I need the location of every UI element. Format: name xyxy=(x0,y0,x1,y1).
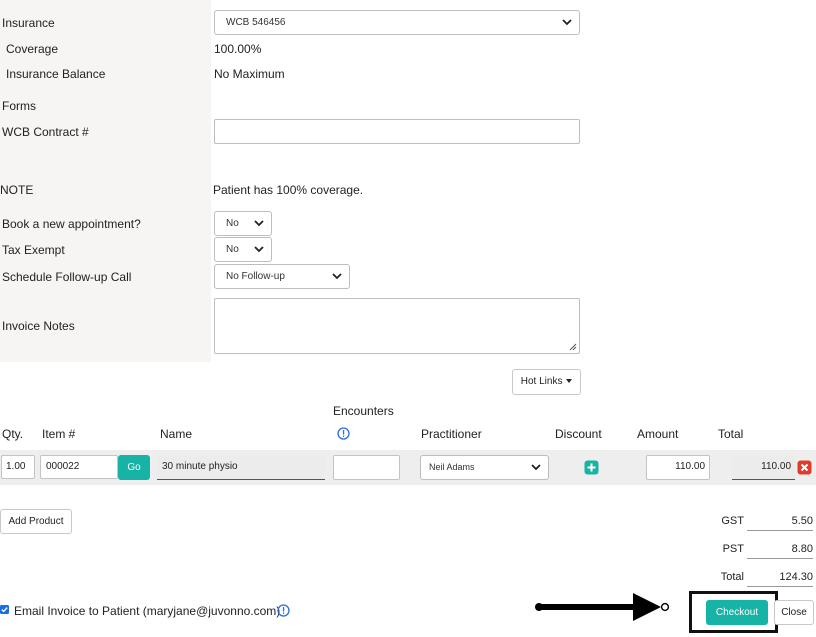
annotation-arrow-icon xyxy=(535,593,670,621)
pst-value: 8.80 xyxy=(747,543,813,559)
wcb-contract-label: WCB Contract # xyxy=(2,125,89,139)
total-label: Total xyxy=(720,571,744,583)
insurance-balance-label: Insurance Balance xyxy=(6,67,106,81)
chevron-down-icon xyxy=(562,19,572,26)
invoice-notes-label: Invoice Notes xyxy=(2,319,75,333)
email-invoice-label: Email Invoice to Patient (maryjane@juvon… xyxy=(14,604,281,618)
item-name-value: 30 minute physio xyxy=(162,461,238,472)
caret-down-icon xyxy=(566,379,573,384)
gst-label: GST xyxy=(721,515,744,527)
encounters-input[interactable] xyxy=(333,455,400,480)
follow-up-label: Schedule Follow-up Call xyxy=(2,270,132,284)
row-total-field: 110.00 xyxy=(732,456,795,480)
header-discount: Discount xyxy=(555,427,602,441)
follow-up-value: No Follow-up xyxy=(226,271,285,282)
insurance-label: Insurance xyxy=(2,16,55,30)
practitioner-select[interactable]: Neil Adams xyxy=(420,455,549,480)
book-appointment-value: No xyxy=(226,218,239,229)
info-icon[interactable] xyxy=(277,604,290,617)
total-value: 124.30 xyxy=(747,571,813,587)
row-total-value: 110.00 xyxy=(761,461,791,472)
gst-value: 5.50 xyxy=(747,515,813,531)
info-icon[interactable] xyxy=(337,427,350,440)
coverage-label: Coverage xyxy=(6,42,59,56)
resize-grip-icon[interactable] xyxy=(568,342,577,351)
header-qty: Qty. xyxy=(2,427,24,441)
amount-value: 110.00 xyxy=(675,461,705,472)
remove-row-icon[interactable] xyxy=(797,460,812,475)
invoice-notes-textarea[interactable] xyxy=(214,298,580,354)
practitioner-value: Neil Adams xyxy=(429,462,475,472)
item-number-input[interactable]: 000022 xyxy=(40,455,118,479)
wcb-contract-input[interactable] xyxy=(214,119,580,144)
chevron-down-icon xyxy=(531,464,541,471)
header-encounters: Encounters xyxy=(333,404,394,418)
tax-exempt-label: Tax Exempt xyxy=(2,243,65,257)
close-button[interactable]: Close xyxy=(774,600,814,625)
header-practitioner: Practitioner xyxy=(421,427,482,441)
header-amount: Amount xyxy=(637,427,679,441)
checkout-button[interactable]: Checkout xyxy=(706,600,768,625)
add-discount-icon[interactable] xyxy=(584,460,599,475)
chevron-down-icon xyxy=(254,220,264,227)
item-name-field[interactable]: 30 minute physio xyxy=(157,456,325,480)
qty-value: 1.00 xyxy=(6,461,26,472)
header-name: Name xyxy=(160,427,193,441)
insurance-select-value: WCB 546456 xyxy=(226,17,286,28)
chevron-down-icon xyxy=(254,246,264,253)
hot-links-label: Hot Links xyxy=(520,376,563,387)
insurance-balance-value: No Maximum xyxy=(214,67,285,81)
go-button[interactable]: Go xyxy=(118,455,150,480)
coverage-value: 100.00% xyxy=(214,42,262,56)
forms-label: Forms xyxy=(2,99,36,113)
follow-up-select[interactable]: No Follow-up xyxy=(214,264,350,289)
header-total: Total xyxy=(718,427,744,441)
book-appointment-label: Book a new appointment? xyxy=(2,217,141,231)
note-value: Patient has 100% coverage. xyxy=(213,183,364,197)
tax-exempt-select[interactable]: No xyxy=(214,237,272,262)
note-label: NOTE xyxy=(0,183,34,197)
header-item: Item # xyxy=(42,427,76,441)
amount-input[interactable]: 110.00 xyxy=(646,455,710,480)
add-product-button[interactable]: Add Product xyxy=(0,509,72,534)
item-number-value: 000022 xyxy=(46,461,80,472)
tax-exempt-value: No xyxy=(226,244,239,255)
pst-label: PST xyxy=(722,543,744,555)
hot-links-button[interactable]: Hot Links xyxy=(512,369,581,395)
email-invoice-checkbox[interactable] xyxy=(0,605,9,614)
book-appointment-select[interactable]: No xyxy=(214,211,272,236)
chevron-down-icon xyxy=(332,273,342,280)
insurance-select[interactable]: WCB 546456 xyxy=(214,10,580,35)
qty-input[interactable]: 1.00 xyxy=(1,455,35,479)
